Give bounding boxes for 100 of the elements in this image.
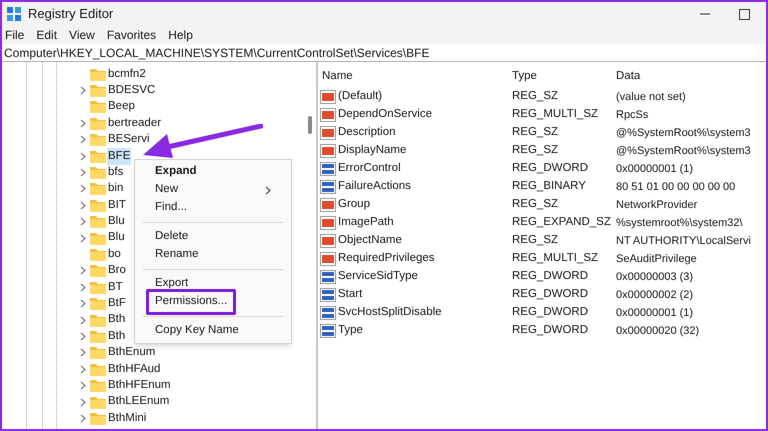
- value-type: REG_DWORD: [511, 305, 590, 320]
- tree-item[interactable]: bo: [107, 246, 122, 264]
- value-name[interactable]: FailureActions: [338, 178, 411, 196]
- value-name[interactable]: ServiceSidType: [338, 268, 418, 286]
- column-header[interactable]: Data: [614, 68, 766, 86]
- menu-option[interactable]: Copy Key Name: [155, 322, 239, 340]
- chevron-icon[interactable]: [80, 86, 86, 96]
- string-value-icon: [320, 216, 336, 230]
- menu-option[interactable]: Expand: [155, 163, 197, 181]
- menu-item[interactable]: Favorites: [106, 26, 156, 44]
- tree-item[interactable]: BthLEEnum: [107, 393, 170, 411]
- value-name[interactable]: ErrorControl: [338, 160, 401, 178]
- value-name[interactable]: (Default): [338, 88, 382, 106]
- folder-icon: [90, 215, 106, 228]
- string-value-icon: [320, 126, 336, 140]
- chevron-icon[interactable]: [80, 364, 86, 374]
- tree-item[interactable]: Bth: [107, 311, 126, 329]
- tree-item[interactable]: BFE: [107, 148, 132, 165]
- folder-icon: [90, 280, 106, 294]
- folder-icon: [90, 362, 106, 376]
- binary-value-icon: [320, 180, 336, 194]
- chevron-icon[interactable]: [80, 266, 86, 276]
- value-name[interactable]: ObjectName: [338, 232, 402, 250]
- binary-value-icon: [320, 324, 336, 338]
- menu-option[interactable]: New: [155, 181, 178, 199]
- menu-item[interactable]: File: [5, 26, 24, 44]
- value-name[interactable]: DisplayName: [338, 142, 406, 160]
- tree-item[interactable]: Bth: [107, 328, 126, 346]
- value-name[interactable]: Description: [338, 124, 396, 142]
- menu-item[interactable]: Edit: [36, 26, 58, 44]
- chevron-icon[interactable]: [80, 152, 86, 161]
- folder-icon: [90, 116, 106, 130]
- menu-item[interactable]: View: [69, 26, 95, 44]
- menu-option[interactable]: Delete: [155, 228, 188, 246]
- tree-item[interactable]: BthHFEnum: [107, 377, 172, 394]
- tree-item[interactable]: Bro: [107, 262, 127, 280]
- tree-item[interactable]: BthEnum: [107, 344, 156, 362]
- chevron-icon[interactable]: [80, 398, 86, 406]
- chevron-icon[interactable]: [80, 282, 86, 292]
- tree-item[interactable]: Beep: [107, 98, 136, 116]
- menu-option[interactable]: Permissions...: [146, 289, 236, 315]
- tree-item[interactable]: BEServi: [107, 131, 151, 148]
- menu-option[interactable]: Rename: [155, 246, 198, 264]
- value-type: REG_MULTI_SZ: [511, 251, 600, 266]
- folder-icon: [90, 330, 106, 343]
- value-type: REG_SZ: [511, 89, 560, 104]
- address-bar[interactable]: Computer\HKEY_LOCAL_MACHINE\SYSTEM\CurrentControlSet\Services\BFE: [2, 44, 766, 62]
- chevron-icon[interactable]: [80, 381, 86, 390]
- tree-item[interactable]: bertreader: [107, 114, 162, 132]
- value-name[interactable]: DependOnService: [338, 106, 432, 124]
- chevron-icon[interactable]: [80, 316, 86, 325]
- tree-item[interactable]: Blu: [107, 213, 126, 230]
- chevron-icon[interactable]: [80, 217, 86, 226]
- value-name[interactable]: ImagePath: [338, 214, 394, 232]
- value-name[interactable]: Type: [338, 322, 363, 340]
- value-type: REG_SZ: [511, 143, 560, 158]
- tree-item[interactable]: bcmfn2: [107, 66, 147, 83]
- value-data: %systemroot%\system32\: [615, 216, 744, 231]
- tree-item[interactable]: BDESVC: [107, 82, 156, 100]
- tree-item[interactable]: Blu: [107, 229, 126, 247]
- column-header[interactable]: Name: [320, 68, 510, 86]
- menu-item[interactable]: Help: [168, 26, 193, 44]
- chevron-icon[interactable]: [80, 332, 86, 341]
- tree-item[interactable]: BIT: [107, 196, 127, 214]
- maximize-icon[interactable]: [739, 8, 750, 20]
- value-data: NetworkProvider: [615, 198, 698, 213]
- column-header[interactable]: Type: [510, 68, 614, 86]
- folder-icon: [90, 396, 106, 408]
- value-type: REG_DWORD: [511, 323, 590, 338]
- value-name[interactable]: RequiredPrivileges: [338, 250, 435, 268]
- registry-app-icon: [6, 6, 22, 22]
- tree-item[interactable]: BthHFAud: [107, 360, 162, 378]
- string-value-icon: [320, 90, 336, 104]
- chevron-icon[interactable]: [80, 200, 86, 210]
- folder-icon: [90, 346, 106, 360]
- folder-icon: [90, 166, 106, 180]
- chevron-icon[interactable]: [80, 414, 86, 423]
- tree-item[interactable]: bin: [107, 180, 124, 198]
- value-data: RpcSs: [615, 108, 650, 123]
- folder-icon: [90, 100, 106, 114]
- tree-item[interactable]: bfs: [107, 164, 124, 182]
- tree-item[interactable]: BthMini: [107, 410, 148, 428]
- chevron-icon[interactable]: [80, 118, 86, 128]
- value-name[interactable]: Start: [338, 286, 362, 304]
- chevron-icon[interactable]: [80, 135, 86, 144]
- chevron-icon[interactable]: [80, 299, 86, 308]
- string-value-icon: [320, 108, 336, 122]
- tree-item[interactable]: BT: [107, 278, 124, 296]
- chevron-icon[interactable]: [80, 184, 86, 194]
- folder-icon: [90, 198, 106, 212]
- menu-option[interactable]: Find...: [155, 199, 187, 217]
- scrollbar-thumb[interactable]: [308, 116, 312, 134]
- chevron-icon[interactable]: [80, 168, 86, 178]
- value-data: NT AUTHORITY\LocalServi: [615, 234, 752, 249]
- value-name[interactable]: SvcHostSplitDisable: [338, 304, 442, 322]
- chevron-icon[interactable]: [80, 234, 86, 243]
- chevron-icon[interactable]: [80, 348, 86, 358]
- value-data: 0x00000020 (32): [615, 324, 700, 339]
- tree-item[interactable]: BtF: [107, 295, 127, 312]
- value-name[interactable]: Group: [338, 196, 370, 214]
